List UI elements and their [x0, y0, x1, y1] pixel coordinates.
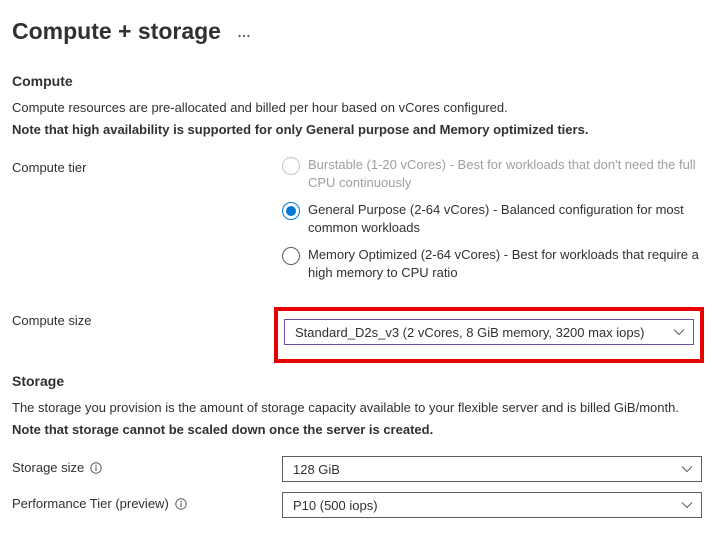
compute-size-label: Compute size [12, 309, 282, 328]
storage-desc: The storage you provision is the amount … [12, 399, 702, 417]
performance-tier-select[interactable]: P10 (500 iops) [282, 492, 702, 518]
compute-desc: Compute resources are pre-allocated and … [12, 99, 702, 117]
tier-burstable: Burstable (1-20 vCores) - Best for workl… [282, 156, 702, 191]
page-title-text: Compute + storage [12, 18, 221, 45]
compute-size-highlight: Standard_D2s_v3 (2 vCores, 8 GiB memory,… [274, 307, 704, 363]
performance-tier-value: P10 (500 iops) [293, 498, 378, 513]
compute-heading: Compute [12, 73, 702, 89]
storage-size-select[interactable]: 128 GiB [282, 456, 702, 482]
chevron-down-icon [681, 499, 693, 511]
storage-size-row: Storage size 128 GiB [12, 456, 702, 482]
compute-size-select[interactable]: Standard_D2s_v3 (2 vCores, 8 GiB memory,… [284, 319, 694, 345]
tier-general-label: General Purpose (2-64 vCores) - Balanced… [308, 201, 702, 236]
compute-size-value: Standard_D2s_v3 (2 vCores, 8 GiB memory,… [295, 325, 644, 340]
storage-heading: Storage [12, 373, 702, 389]
tier-general[interactable]: General Purpose (2-64 vCores) - Balanced… [282, 201, 702, 236]
page-title: Compute + storage … [12, 18, 702, 45]
compute-tier-radios: Burstable (1-20 vCores) - Best for workl… [282, 156, 702, 281]
compute-tier-row: Compute tier Burstable (1-20 vCores) - B… [12, 156, 702, 281]
chevron-down-icon [681, 463, 693, 475]
more-icon[interactable]: … [237, 24, 253, 40]
storage-size-label: Storage size [12, 456, 282, 475]
radio-icon [282, 157, 300, 175]
storage-size-label-text: Storage size [12, 460, 84, 475]
compute-note: Note that high availability is supported… [12, 121, 702, 139]
tier-memory-label: Memory Optimized (2-64 vCores) - Best fo… [308, 246, 702, 281]
radio-icon [282, 202, 300, 220]
chevron-down-icon [673, 326, 685, 338]
storage-size-value: 128 GiB [293, 462, 340, 477]
info-icon[interactable] [175, 498, 187, 510]
storage-note: Note that storage cannot be scaled down … [12, 421, 702, 439]
performance-tier-label: Performance Tier (preview) [12, 492, 282, 511]
performance-tier-label-text: Performance Tier (preview) [12, 496, 169, 511]
info-icon[interactable] [90, 462, 102, 474]
tier-burstable-label: Burstable (1-20 vCores) - Best for workl… [308, 156, 702, 191]
compute-tier-label: Compute tier [12, 156, 282, 175]
compute-size-row: Compute size Standard_D2s_v3 (2 vCores, … [12, 309, 702, 363]
radio-icon [282, 247, 300, 265]
performance-tier-row: Performance Tier (preview) P10 (500 iops… [12, 492, 702, 518]
tier-memory[interactable]: Memory Optimized (2-64 vCores) - Best fo… [282, 246, 702, 281]
